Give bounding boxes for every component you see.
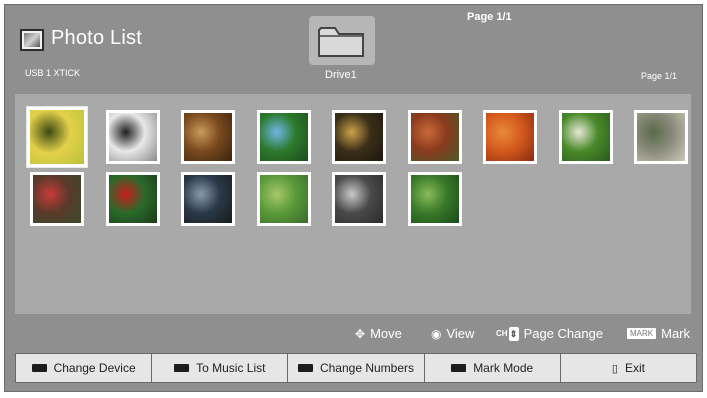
thumbnail-image	[410, 175, 459, 223]
key-page-change: CH ⇕ Page Change	[496, 326, 603, 341]
exit-icon: ▯	[611, 362, 618, 375]
photo-black-white-animal[interactable]	[105, 110, 160, 164]
photo-red-tree[interactable]	[407, 110, 462, 164]
key-move: ✥ Move	[355, 326, 402, 341]
device-label: USB 1 XTICK	[25, 68, 81, 78]
photo-orange-fruits[interactable]	[483, 110, 537, 164]
black-key-icon	[174, 364, 190, 372]
photo-tea-field[interactable]	[256, 172, 311, 226]
photo-list-screen: Photo List USB 1 XTICK Drive1 Page 1/1 P…	[4, 4, 703, 392]
thumbnail-grid	[15, 94, 691, 314]
black-key-icon	[31, 364, 47, 372]
ok-button-icon: ◉	[431, 326, 442, 341]
key-view: ◉ View	[431, 326, 474, 341]
channel-key-icon: CH ⇕	[496, 326, 519, 341]
app-title: Photo List	[51, 27, 142, 49]
thumbnail-image	[335, 175, 383, 223]
black-key-icon	[297, 364, 313, 372]
view-label: View	[446, 326, 475, 341]
thumbnail-image	[108, 175, 157, 223]
thumbnail-image	[108, 113, 157, 161]
photo-dandelion[interactable]	[558, 110, 613, 164]
photo-columns[interactable]	[332, 172, 386, 226]
mark-label: Mark	[661, 326, 691, 341]
page-change-label: Page Change	[523, 326, 604, 341]
folder-button[interactable]	[309, 16, 375, 65]
change-device-button[interactable]: Change Device	[16, 354, 153, 382]
thumbnail-image	[259, 175, 308, 223]
move-label: Move	[370, 326, 402, 341]
thumbnail-image	[30, 110, 84, 164]
move-arrows-icon: ✥	[355, 326, 366, 341]
page-indicator: Page 1/1	[641, 71, 678, 81]
photo-wooden-interior[interactable]	[181, 110, 235, 164]
photo-rocks-water[interactable]	[634, 110, 688, 164]
key-mark: MARK Mark	[627, 326, 690, 341]
thumbnail-image	[259, 113, 308, 161]
change-numbers-button[interactable]: Change Numbers	[288, 354, 425, 382]
drive-label: Drive1	[325, 69, 357, 81]
key-guide: ✥ Move ◉ View CH ⇕ Page Change MARK Mark	[5, 323, 702, 347]
mark-key-icon: MARK	[627, 328, 657, 339]
thumbnail-image	[561, 113, 610, 161]
function-button-bar: Change Device To Music List Change Numbe…	[15, 353, 697, 383]
page-indicator-top: Page 1/1	[467, 11, 512, 23]
mark-mode-button[interactable]: Mark Mode	[424, 354, 561, 382]
photo-red-rose[interactable]	[105, 172, 160, 226]
thumbnail-image	[184, 113, 232, 161]
thumbnail-image	[335, 113, 383, 161]
photo-stone-basin[interactable]	[181, 172, 235, 226]
thumbnail-image	[33, 175, 81, 223]
thumbnail-image	[410, 113, 459, 161]
exit-button[interactable]: ▯ Exit	[560, 354, 697, 382]
header: Photo List USB 1 XTICK Drive1 Page 1/1 P…	[5, 5, 702, 93]
photo-green-forest[interactable]	[407, 172, 462, 226]
thumbnail-image	[184, 175, 232, 223]
folder-icon	[318, 27, 364, 57]
photo-yellow-butterfly[interactable]	[26, 106, 88, 168]
thumbnail-image	[637, 113, 685, 161]
to-music-list-button[interactable]: To Music List	[152, 354, 289, 382]
photo-blue-flowers[interactable]	[256, 110, 311, 164]
thumbnail-image	[486, 113, 534, 161]
photo-sunset[interactable]	[332, 110, 386, 164]
black-key-icon	[451, 364, 467, 372]
photo-red-berries[interactable]	[30, 172, 84, 226]
photo-app-icon	[20, 29, 44, 51]
